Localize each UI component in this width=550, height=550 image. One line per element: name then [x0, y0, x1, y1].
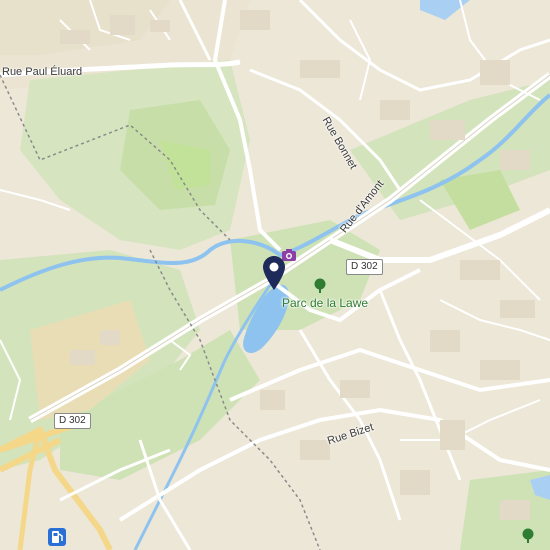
route-shield-d302-west: D 302 — [54, 413, 91, 429]
map-canvas[interactable]: Rue Paul Éluard Rue Bonnet Rue d'Amont R… — [0, 0, 550, 550]
street-label-rue-paul-eluard: Rue Paul Éluard — [2, 66, 83, 78]
place-label-park[interactable]: Parc de la Lawe — [282, 296, 368, 310]
route-shield-d302-east: D 302 — [346, 259, 383, 275]
